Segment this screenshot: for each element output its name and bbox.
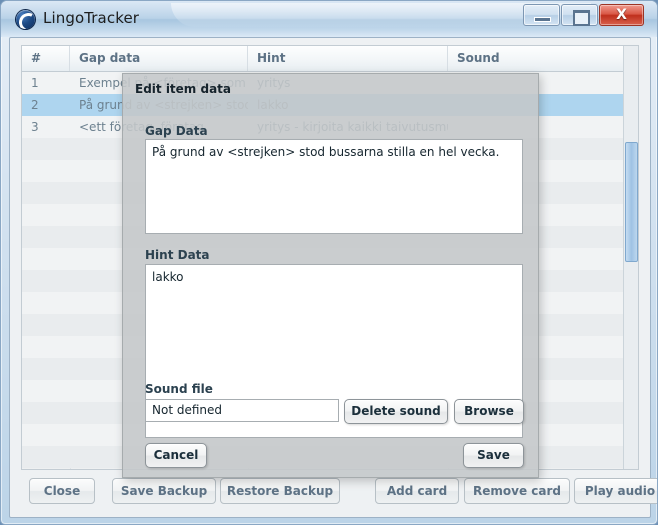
- add-card-button[interactable]: Add card: [375, 478, 459, 504]
- column-header-index[interactable]: #: [22, 46, 70, 71]
- table-header-row: # Gap data Hint Sound: [22, 46, 638, 72]
- column-header-sound[interactable]: Sound: [448, 46, 638, 71]
- app-globe-icon: [16, 10, 35, 29]
- gap-data-label: Gap Data: [145, 124, 208, 138]
- maximize-icon[interactable]: [561, 4, 598, 26]
- hint-data-label: Hint Data: [145, 248, 210, 262]
- save-button[interactable]: Save: [463, 443, 524, 468]
- vertical-scrollbar[interactable]: [623, 46, 638, 469]
- gap-data-textarea[interactable]: På grund av <strejken> stod bussarna sti…: [145, 139, 523, 234]
- remove-card-button[interactable]: Remove card: [464, 478, 570, 504]
- title-bar[interactable]: LingoTracker X: [1, 1, 657, 37]
- save-backup-button[interactable]: Save Backup: [112, 478, 216, 504]
- browse-button[interactable]: Browse: [454, 399, 524, 424]
- sound-file-input[interactable]: Not defined: [145, 399, 339, 422]
- restore-backup-button[interactable]: Restore Backup: [220, 478, 340, 504]
- window-title: LingoTracker: [43, 9, 140, 27]
- play-audio-button[interactable]: Play audio: [574, 478, 657, 504]
- cancel-button[interactable]: Cancel: [145, 443, 207, 468]
- delete-sound-button[interactable]: Delete sound: [344, 399, 448, 424]
- close-button[interactable]: Close: [29, 478, 95, 504]
- edit-item-dialog: Edit item data Gap Data På grund av <str…: [122, 73, 539, 478]
- cell-index: 1: [31, 76, 39, 90]
- column-header-gap-data[interactable]: Gap data: [70, 46, 248, 71]
- application-window: LingoTracker X # Gap data Hint Sound 1 E…: [0, 0, 658, 525]
- cell-index: 3: [31, 120, 39, 134]
- bottom-toolbar: Close Save Backup Restore Backup Add car…: [21, 478, 657, 510]
- cell-index: 2: [31, 98, 39, 112]
- minimize-icon[interactable]: [523, 4, 560, 26]
- column-header-hint[interactable]: Hint: [248, 46, 448, 71]
- scrollbar-thumb[interactable]: [625, 142, 638, 262]
- sound-file-label: Sound file: [145, 382, 213, 396]
- dialog-title: Edit item data: [135, 82, 232, 96]
- close-icon[interactable]: X: [599, 4, 644, 26]
